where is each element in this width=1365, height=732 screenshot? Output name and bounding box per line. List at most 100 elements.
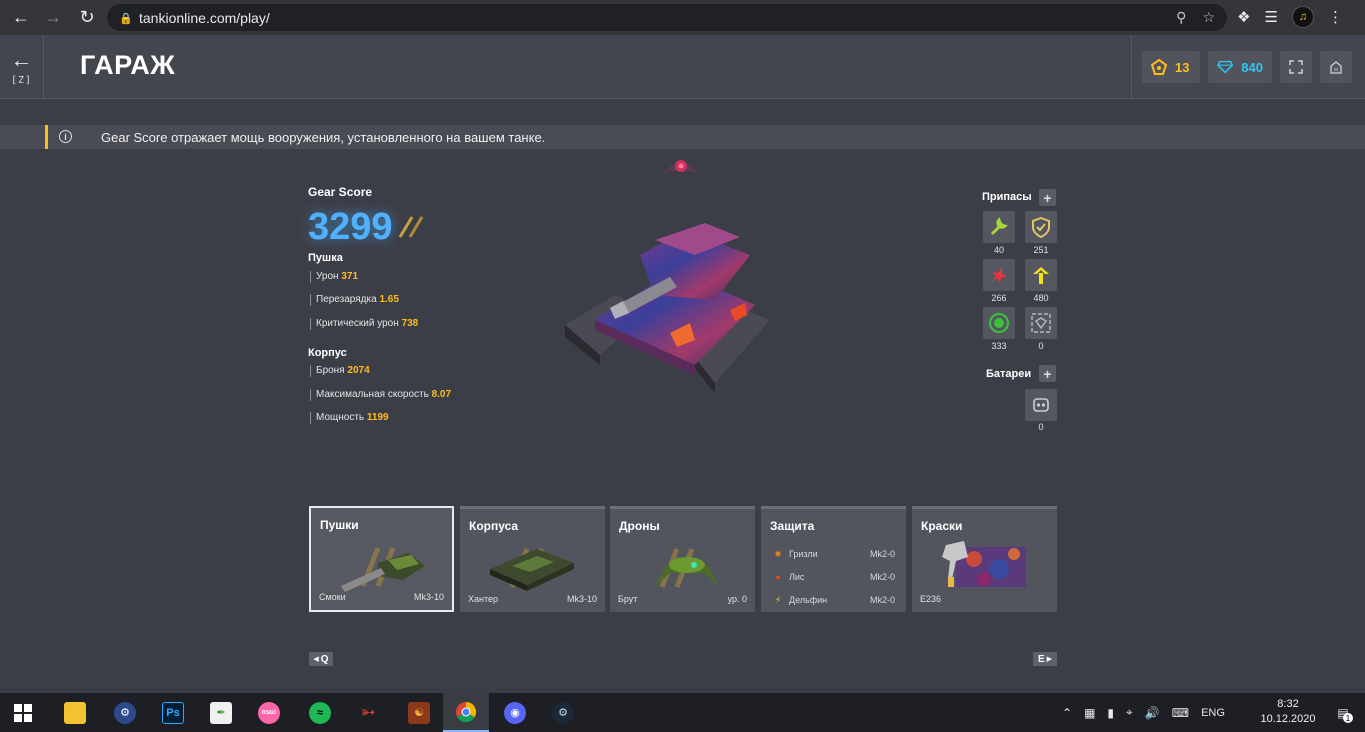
grizzly-module-icon: ✸ <box>774 549 782 559</box>
category-card-paints[interactable]: Краски E236 <box>912 506 1057 612</box>
wifi-icon[interactable]: ⌖ <box>1126 705 1133 720</box>
supply-double-damage[interactable] <box>983 259 1015 291</box>
supply-count: 40 <box>993 245 1004 255</box>
steam-icon: ⚙ <box>552 701 574 724</box>
supply-repair-kit[interactable] <box>983 211 1015 243</box>
card-title: Пушки <box>320 518 359 532</box>
repair-kit-icon <box>990 217 1008 236</box>
double-armor-icon <box>1032 216 1050 238</box>
card-item-name: E236 <box>920 594 942 604</box>
profile-avatar[interactable]: ♫ <box>1292 6 1314 28</box>
protection-row: ⚡ Дельфин Mk2-0 <box>774 595 895 605</box>
folder-icon <box>64 701 86 724</box>
drone-brute-image <box>654 548 720 588</box>
taskbar-app-pen[interactable]: ✒ <box>198 693 244 732</box>
taskbar-osu[interactable]: osu! <box>246 693 292 732</box>
taskbar-discord[interactable]: ◉ <box>492 693 538 732</box>
windows-taskbar: ⚙ Ps ✒ osu! ≈ ➳ ☯ ◉ ⚙ ⌃ ▦ ▮ ⌖ 🔊 ⌨ ENG 8:… <box>0 693 1365 732</box>
card-item-level: ур. 0 <box>727 594 747 604</box>
clock[interactable]: 8:32 10.12.2020 <box>1253 697 1323 727</box>
gear-score-label: Gear Score <box>308 185 373 199</box>
supply-mine[interactable] <box>983 307 1015 339</box>
crystal-icon <box>1217 60 1234 74</box>
next-category-button[interactable]: E ▶ <box>1033 652 1057 666</box>
chrome-menu-icon[interactable]: ⋮ <box>1328 8 1343 26</box>
url-text: tankionline.com/play/ <box>139 9 270 26</box>
clock-time: 8:32 <box>1277 698 1299 710</box>
stat-damage: Урон 371 <box>310 271 358 283</box>
stat-max-speed: Максимальная скорость 8.07 <box>310 389 451 401</box>
stat-crit-damage: Критический урон 738 <box>310 318 418 330</box>
exit-button[interactable]: ← [Z] <box>0 35 44 99</box>
garage-header: ← [Z] ГАРАЖ 13 840 H <box>0 35 1365 99</box>
taskbar-steam[interactable]: ⚙ <box>540 693 586 732</box>
supply-count: 266 <box>991 293 1007 303</box>
start-button[interactable] <box>0 693 46 732</box>
hull-hunter-image <box>490 548 574 591</box>
turret-smoky-image <box>341 547 425 592</box>
tray-app-icon[interactable]: ▦ <box>1084 706 1095 720</box>
supply-count: 480 <box>1033 293 1049 303</box>
photoshop-icon: Ps <box>162 701 184 724</box>
battery-icon[interactable]: ▮ <box>1107 706 1114 720</box>
taskbar-ccleaner[interactable]: ➳ <box>345 693 391 732</box>
supplies-add-button[interactable]: + <box>1039 189 1056 206</box>
supply-double-armor[interactable] <box>1025 211 1057 243</box>
double-damage-icon <box>992 267 1007 283</box>
card-item-name: Хантер <box>468 594 499 604</box>
battery-count: 0 <box>1038 422 1044 432</box>
dolphin-module-icon: ⚡ <box>774 595 782 605</box>
reload-icon[interactable]: ↻ <box>72 2 102 32</box>
battery-robot-icon <box>1033 398 1049 412</box>
windows-logo-icon <box>14 703 32 722</box>
card-item-name: Брут <box>618 594 638 604</box>
supply-gold-box[interactable] <box>1025 307 1057 339</box>
svg-text:H: H <box>1334 68 1338 74</box>
home-button[interactable]: H <box>1320 51 1352 83</box>
info-bar: i Gear Score отражает мощь вооружения, у… <box>0 125 1365 149</box>
browser-toolbar: ← → ↻ 🔒 tankionline.com/play/ ⚲ ☆ ❖ ☰ ♫ … <box>0 0 1365 35</box>
tray-expand-icon[interactable]: ⌃ <box>1062 706 1072 720</box>
fox-module-icon: ● <box>775 572 781 582</box>
info-icon: i <box>59 130 72 143</box>
triangle-right-icon: ▶ <box>1046 656 1053 663</box>
address-bar[interactable]: 🔒 tankionline.com/play/ ⚲ ☆ <box>107 4 1227 31</box>
keyboard-icon[interactable]: ⌨ <box>1172 706 1189 720</box>
batteries-add-button[interactable]: + <box>1039 365 1056 382</box>
category-card-turrets[interactable]: Пушки Смоки Mk3-10 <box>309 506 454 612</box>
category-card-protection[interactable]: Защита ✸ Гризли Mk2-0 ● Лис Mk2-0 ⚡ Дельфин… <box>761 506 906 612</box>
osu-icon: osu! <box>258 701 280 724</box>
card-title: Дроны <box>619 519 660 533</box>
bookmark-star-icon[interactable]: ☆ <box>1202 9 1215 26</box>
prev-category-button[interactable]: ◀ Q <box>309 652 333 666</box>
volume-icon[interactable]: 🔊 <box>1145 706 1160 720</box>
extensions-icon[interactable]: ❖ <box>1237 8 1250 26</box>
taskbar-game[interactable]: ☯ <box>396 693 442 732</box>
protection-row: ● Лис Mk2-0 <box>773 572 895 582</box>
battery-slot[interactable] <box>1025 389 1057 421</box>
back-nav-icon[interactable]: ← <box>6 2 36 32</box>
media-queue-icon[interactable]: ☰ <box>1265 8 1278 26</box>
taskbar-spotify[interactable]: ≈ <box>297 693 343 732</box>
stat-armor: Броня 2074 <box>310 365 370 377</box>
taskbar-explorer[interactable] <box>52 693 98 732</box>
category-card-hulls[interactable]: Корпуса Хантер Mk3-10 <box>460 506 605 612</box>
forward-nav-icon[interactable]: → <box>38 2 68 32</box>
crystals-counter[interactable]: 840 <box>1208 51 1272 83</box>
arrow-left-icon: ← <box>10 46 33 72</box>
key-icon[interactable]: ⚲ <box>1176 9 1186 26</box>
fullscreen-button[interactable] <box>1280 51 1312 83</box>
taskbar-photoshop[interactable]: Ps <box>150 693 196 732</box>
crystals-value: 840 <box>1241 59 1263 75</box>
drone-preview <box>662 160 700 175</box>
taskbar-settings-app[interactable]: ⚙ <box>102 693 148 732</box>
stat-power: Мощность 1199 <box>310 412 389 424</box>
exit-hotkey: [Z] <box>10 74 33 86</box>
taskbar-chrome[interactable] <box>443 693 489 732</box>
input-language[interactable]: ENG <box>1201 707 1225 719</box>
mine-icon <box>989 313 1009 333</box>
category-card-drones[interactable]: Дроны Брут ур. 0 <box>610 506 755 612</box>
notifications-button[interactable]: ▤ 1 <box>1331 693 1355 732</box>
supply-speed-boost[interactable] <box>1025 259 1057 291</box>
stars-counter[interactable]: 13 <box>1142 51 1200 83</box>
